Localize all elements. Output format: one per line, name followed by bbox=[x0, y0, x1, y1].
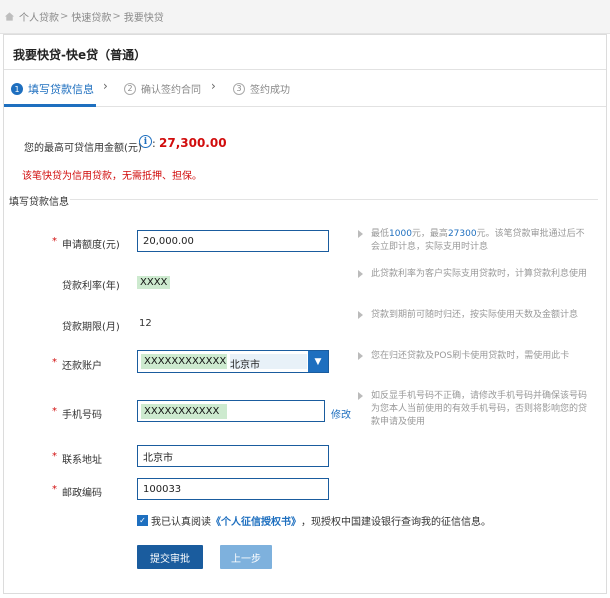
hint-arrow-icon bbox=[358, 392, 363, 400]
breadcrumb-separator: > bbox=[112, 11, 121, 22]
credit-notice: 该笔快贷为信用贷款，无需抵押、担保。 bbox=[22, 171, 202, 182]
breadcrumb-current: 我要快贷 bbox=[123, 13, 164, 24]
required-marker: * bbox=[52, 451, 57, 462]
amount-hint-text: 最低1000元，最高27300元。该笔贷款审批通过后不会立即计息，实际支用时计息 bbox=[371, 229, 585, 252]
repayment-account-select[interactable]: XXXXXXXXXXXX 北京市 ▼ bbox=[137, 350, 329, 373]
breadcrumb-personal-loan[interactable]: 个人贷款 bbox=[19, 9, 59, 24]
agreement-suffix: ，现授权中国建设银行查询我的征信信息。 bbox=[301, 517, 491, 528]
agreement-prefix: 我已认真阅读 bbox=[151, 517, 211, 528]
required-marker: * bbox=[52, 484, 57, 495]
step-confirm-contract: 2 确认签约合同 bbox=[124, 81, 201, 96]
term-hint-text: 贷款到期前可随时归还，按实际使用天数及金额计息 bbox=[371, 310, 579, 320]
step-number: 2 bbox=[124, 82, 136, 95]
credit-authorization-agreement: ✓ 我已认真阅读 《个人征信授权书》 ，现授权中国建设银行查询我的征信信息。 bbox=[137, 513, 491, 528]
phone-hint: 如反显手机号码不正确，请修改手机号码并确保该号码为您本人当前使用的有效手机号码，… bbox=[358, 390, 590, 429]
submit-button[interactable]: 提交审批 bbox=[137, 545, 203, 569]
step-label: 确认签约合同 bbox=[141, 85, 201, 96]
step-success: 3 签约成功 bbox=[233, 81, 290, 96]
step-indicator: 1 填写贷款信息 › 2 确认签约合同 › 3 签约成功 bbox=[4, 70, 606, 107]
rate-hint-text: 此贷款利率为客户实际支用贷款时，计算贷款利息使用 bbox=[371, 269, 588, 279]
amount-input[interactable] bbox=[137, 230, 329, 252]
phone-label: 手机号码 bbox=[62, 410, 102, 421]
account-city: 北京市 bbox=[230, 354, 307, 371]
phone-input[interactable]: XXXXXXXXXXX bbox=[137, 400, 325, 422]
phone-hint-text: 如反显手机号码不正确，请修改手机号码并确保该号码为您本人当前使用的有效手机号码，… bbox=[371, 391, 588, 427]
breadcrumb-separator: > bbox=[60, 11, 69, 22]
active-step-underline bbox=[4, 104, 96, 107]
step-number: 3 bbox=[233, 82, 245, 95]
modify-phone-link[interactable]: 修改 bbox=[331, 406, 351, 421]
page-title: 我要快贷-快e贷（普通） bbox=[4, 35, 606, 70]
chevron-down-icon[interactable]: ▼ bbox=[308, 351, 328, 372]
postcode-input[interactable] bbox=[137, 478, 329, 500]
breadcrumb-quick-loan[interactable]: 快速贷款 bbox=[71, 9, 111, 24]
breadcrumb: 个人贷款 > 快速贷款 > 我要快贷 bbox=[0, 0, 610, 34]
credit-authorization-link[interactable]: 《个人征信授权书》 bbox=[211, 513, 301, 528]
term-hint: 贷款到期前可随时归还，按实际使用天数及金额计息 bbox=[358, 309, 590, 322]
chevron-right-icon: › bbox=[211, 79, 216, 93]
term-label: 贷款期限(月) bbox=[62, 322, 120, 333]
section-divider bbox=[70, 199, 598, 200]
step-label: 填写贷款信息 bbox=[28, 83, 94, 96]
account-hint: 您在归还贷款及POS刷卡使用贷款时，需使用此卡 bbox=[358, 350, 590, 363]
account-hint-text: 您在归还贷款及POS刷卡使用贷款时，需使用此卡 bbox=[371, 351, 570, 361]
address-input[interactable] bbox=[137, 445, 329, 467]
back-button[interactable]: 上一步 bbox=[220, 545, 272, 569]
amount-hint: 最低1000元，最高27300元。该笔贷款审批通过后不会立即计息，实际支用时计息 bbox=[358, 228, 590, 254]
hint-arrow-icon bbox=[358, 230, 363, 238]
phone-number: XXXXXXXXXXX bbox=[141, 404, 227, 419]
section-title: 填写贷款信息 bbox=[9, 197, 69, 208]
term-value: 12 bbox=[139, 318, 152, 329]
step-fill-info: 1 填写贷款信息 bbox=[11, 81, 94, 97]
home-icon[interactable] bbox=[4, 11, 15, 22]
step-number: 1 bbox=[11, 83, 23, 95]
hint-arrow-icon bbox=[358, 352, 363, 360]
required-marker: * bbox=[52, 236, 57, 247]
credit-colon: : bbox=[152, 137, 156, 150]
agreement-checkbox[interactable]: ✓ bbox=[137, 515, 148, 526]
amount-label: 申请额度(元) bbox=[62, 240, 120, 251]
hint-arrow-icon bbox=[358, 270, 363, 278]
step-label: 签约成功 bbox=[250, 85, 290, 96]
credit-limit-label: 您的最高可贷信用金额(元) bbox=[24, 143, 142, 154]
info-icon[interactable]: i bbox=[139, 135, 152, 148]
account-label: 还款账户 bbox=[62, 361, 102, 372]
required-marker: * bbox=[52, 357, 57, 368]
rate-hint: 此贷款利率为客户实际支用贷款时，计算贷款利息使用 bbox=[358, 268, 590, 281]
rate-value: XXXX bbox=[137, 276, 171, 289]
rate-label: 贷款利率(年) bbox=[62, 281, 120, 292]
credit-limit-value: 27,300.00 bbox=[159, 136, 227, 150]
chevron-right-icon: › bbox=[103, 79, 108, 93]
postcode-label: 邮政编码 bbox=[62, 488, 102, 499]
account-number: XXXXXXXXXXXX bbox=[141, 354, 227, 369]
required-marker: * bbox=[52, 406, 57, 417]
hint-arrow-icon bbox=[358, 311, 363, 319]
address-label: 联系地址 bbox=[62, 455, 102, 466]
